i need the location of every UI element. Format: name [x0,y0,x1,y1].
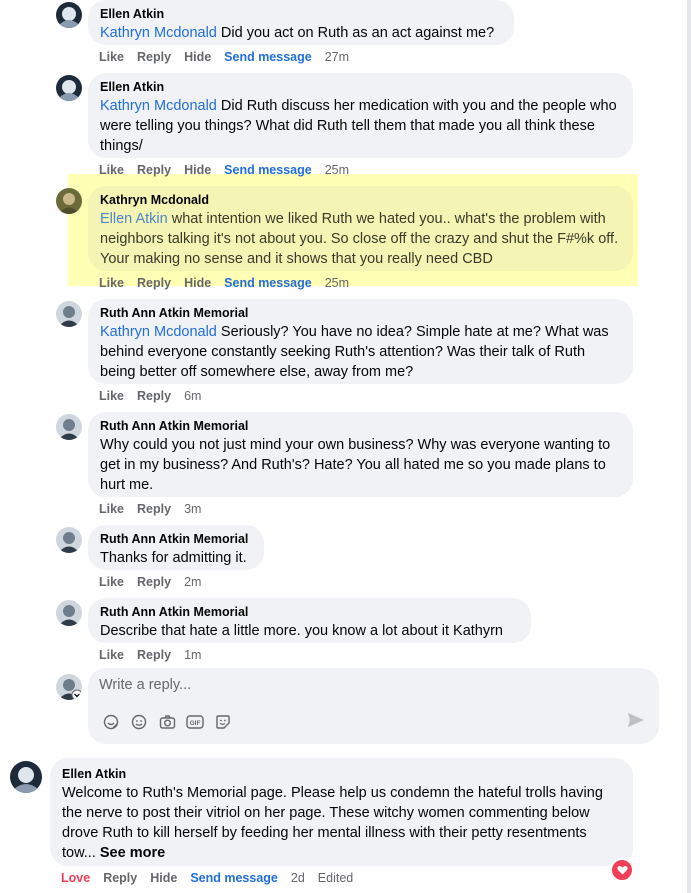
comment-actions: Like Reply Hide Send message 25m [99,276,362,290]
current-user-avatar[interactable] [56,674,82,700]
comment-time[interactable]: 1m [184,648,201,662]
edited-label: Edited [317,871,354,885]
like-button[interactable]: Like [99,575,124,589]
scrollbar[interactable] [687,0,691,893]
comment-bubble: Ruth Ann Atkin Memorial Why could you no… [88,412,633,497]
comment-actions: Like Reply 2m [99,575,214,589]
svg-text:GIF: GIF [190,720,201,727]
post-bubble: Ellen Atkin Welcome to Ruth's Memorial p… [50,758,633,866]
post-time[interactable]: 2d [291,871,305,885]
avatar[interactable] [56,527,82,553]
see-more-link[interactable]: See more [100,845,165,861]
send-message-button[interactable]: Send message [224,163,312,177]
avatar[interactable] [56,2,82,28]
comment-bubble: Kathryn Mcdonald Ellen Atkin what intent… [88,186,633,271]
reply-toolbar: GIF [101,712,233,732]
send-message-button[interactable]: Send message [224,276,312,290]
avatar[interactable] [56,188,82,214]
like-button[interactable]: Like [99,502,124,516]
comment-author[interactable]: Ellen Atkin [100,79,621,95]
comment-bubble: Ruth Ann Atkin Memorial Describe that ha… [88,598,531,643]
hide-button[interactable]: Hide [150,871,177,885]
like-button[interactable]: Like [99,648,124,662]
send-icon[interactable] [627,712,645,733]
comment-time[interactable]: 27m [325,50,349,64]
send-message-button[interactable]: Send message [190,871,278,885]
comment-text: Describe that hate a little more. you kn… [100,623,503,639]
reply-button[interactable]: Reply [103,871,137,885]
comment-author[interactable]: Ruth Ann Atkin Memorial [100,305,621,321]
reply-button[interactable]: Reply [137,389,171,403]
like-button[interactable]: Like [99,163,124,177]
comment-text: Why could you not just mind your own bus… [100,437,611,493]
love-button[interactable]: Love [61,871,90,885]
gif-icon[interactable]: GIF [185,712,205,732]
send-message-button[interactable]: Send message [224,50,312,64]
comment-author[interactable]: Kathryn Mcdonald [100,192,621,208]
sticker-icon[interactable] [101,712,121,732]
like-button[interactable]: Like [99,276,124,290]
mention-link[interactable]: Kathryn Mcdonald [100,25,217,41]
comment-time[interactable]: 2m [184,575,201,589]
mention-link[interactable]: Kathryn Mcdonald [100,98,217,114]
comment-actions: Like Reply 3m [99,502,214,516]
comment-bubble: Ellen Atkin Kathryn Mcdonald Did Ruth di… [88,73,633,158]
comment-bubble: Ruth Ann Atkin Memorial Thanks for admit… [88,525,264,570]
mention-link[interactable]: Ellen Atkin [100,211,168,227]
comment-author[interactable]: Ellen Atkin [100,6,502,22]
mention-link[interactable]: Kathryn Mcdonald [100,324,217,340]
post-actions: Love Reply Hide Send message 2d Edited [61,871,366,885]
avatar[interactable] [56,75,82,101]
hide-button[interactable]: Hide [184,276,211,290]
comment-author[interactable]: Ruth Ann Atkin Memorial [100,604,519,620]
hide-button[interactable]: Hide [184,50,211,64]
reply-button[interactable]: Reply [137,502,171,516]
avatar-sticker-icon[interactable] [213,712,233,732]
comment-time[interactable]: 6m [184,389,201,403]
reply-button[interactable]: Reply [137,50,171,64]
comment-author[interactable]: Ruth Ann Atkin Memorial [100,531,252,547]
avatar[interactable] [56,301,82,327]
post-author[interactable]: Ellen Atkin [62,766,621,782]
comment-text: what intention we liked Ruth we hated yo… [100,211,619,267]
camera-icon[interactable] [157,712,177,732]
comment-time[interactable]: 25m [325,163,349,177]
comment-text: Thanks for admitting it. [100,550,247,566]
comment-time[interactable]: 3m [184,502,201,516]
reply-button[interactable]: Reply [137,163,171,177]
reply-input[interactable]: Write a reply... [99,677,191,693]
like-button[interactable]: Like [99,50,124,64]
heart-icon[interactable] [610,858,634,882]
reply-button[interactable]: Reply [137,648,171,662]
hide-button[interactable]: Hide [184,163,211,177]
reply-button[interactable]: Reply [137,276,171,290]
reply-button[interactable]: Reply [137,575,171,589]
post-author-avatar[interactable] [10,761,42,793]
comment-bubble: Ellen Atkin Kathryn Mcdonald Did you act… [88,0,514,45]
reply-box[interactable]: Write a reply... GIF [88,668,659,744]
comment-actions: Like Reply 6m [99,389,214,403]
avatar[interactable] [56,600,82,626]
comment-time[interactable]: 25m [325,276,349,290]
emoji-icon[interactable] [129,712,149,732]
comment-text: Did you act on Ruth as an act against me… [216,25,495,41]
comment-actions: Like Reply Hide Send message 27m [99,50,362,64]
comment-author[interactable]: Ruth Ann Atkin Memorial [100,418,621,434]
comment-bubble: Ruth Ann Atkin Memorial Kathryn Mcdonald… [88,299,633,384]
avatar[interactable] [56,414,82,440]
comment-actions: Like Reply 1m [99,648,214,662]
comment-actions: Like Reply Hide Send message 25m [99,163,362,177]
like-button[interactable]: Like [99,389,124,403]
